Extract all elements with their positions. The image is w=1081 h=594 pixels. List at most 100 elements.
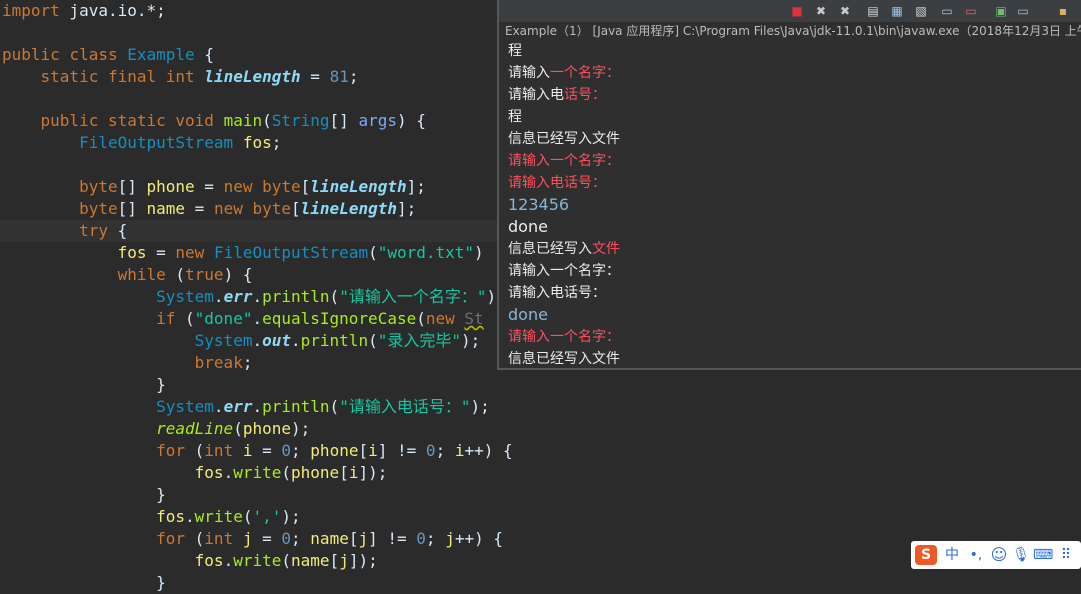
- show-on-stdout-icon[interactable]: ▭: [939, 3, 955, 19]
- emoji-icon[interactable]: ☺: [989, 545, 1009, 565]
- code-token: ];: [396, 199, 417, 218]
- sogou-logo-icon[interactable]: S: [915, 545, 937, 565]
- code-line[interactable]: fos.write(name[j]);: [2, 550, 378, 572]
- code-line[interactable]: static final int lineLength = 81;: [2, 66, 359, 88]
- terminate-icon[interactable]: ■: [789, 3, 805, 19]
- open-console-icon[interactable]: ▪: [1055, 3, 1071, 19]
- code-line[interactable]: for (int j = 0; name[j] != 0; j++) {: [2, 528, 503, 550]
- console-line: 请输入电话号：: [508, 84, 606, 106]
- punctuation-toggle[interactable]: •,: [965, 545, 987, 565]
- code-line[interactable]: System.err.println("请输入电话号：");: [2, 396, 490, 418]
- code-token: out: [262, 331, 291, 350]
- code-line[interactable]: public class Example {: [2, 44, 214, 66]
- code-token: =: [185, 199, 214, 218]
- code-token: =: [300, 67, 330, 86]
- console-toolbar: ■ ✖ ✖ ▤ ▦ ▧ ▭ ▭ ▣ ▭ ▪: [499, 0, 1081, 22]
- code-line[interactable]: FileOutputStream fos;: [2, 132, 281, 154]
- code-token: lineLength: [310, 177, 407, 196]
- code-token: j: [358, 529, 369, 548]
- code-token: equalsIgnoreCase: [262, 309, 417, 328]
- code-token: ];: [406, 177, 426, 196]
- code-token: ;: [271, 133, 282, 152]
- display-selected-console-icon[interactable]: ▭: [1015, 3, 1031, 19]
- code-token: 81: [329, 67, 349, 86]
- code-line[interactable]: fos = new FileOutputStream("word.txt"): [2, 242, 484, 264]
- code-line[interactable]: }: [2, 484, 166, 506]
- code-token: (: [185, 441, 205, 460]
- code-token: (: [233, 419, 243, 438]
- console-output[interactable]: 程请输入一个名字： 请输入电话号：程信息已经写入文件 请输入一个名字： 请输入电话号：…: [499, 40, 1081, 366]
- code-token: if: [156, 309, 176, 328]
- code-token: err: [223, 287, 253, 306]
- code-line[interactable]: fos.write(',');: [2, 506, 301, 528]
- code-token: "录入完毕": [377, 331, 461, 350]
- code-token: new: [223, 177, 253, 196]
- pin-console-icon[interactable]: ▣: [993, 3, 1009, 19]
- word-wrap-icon[interactable]: ▧: [913, 3, 929, 19]
- code-token: [: [329, 551, 340, 570]
- clear-console-icon[interactable]: ▤: [865, 3, 881, 19]
- code-line[interactable]: break;: [2, 352, 253, 374]
- code-line[interactable]: }: [2, 572, 166, 594]
- console-line: 请输入一个名字：: [508, 263, 620, 279]
- code-token: =: [146, 243, 176, 262]
- code-token: fos: [194, 551, 224, 570]
- code-token: int: [204, 529, 234, 548]
- code-token: [: [300, 177, 311, 196]
- code-line[interactable]: System.err.println("请输入一个名字："): [2, 286, 496, 308]
- code-line[interactable]: fos.write(phone[i]);: [2, 462, 388, 484]
- code-token: break: [194, 353, 243, 372]
- ime-mode-toggle[interactable]: 中: [943, 545, 961, 565]
- code-token: i: [368, 441, 378, 460]
- code-token: .: [291, 331, 301, 350]
- code-token: .: [185, 507, 195, 526]
- code-token: write: [233, 551, 282, 570]
- remove-all-terminated-icon[interactable]: ✖: [837, 3, 853, 19]
- code-line[interactable]: readLine(phone);: [2, 418, 310, 440]
- remove-launch-icon[interactable]: ✖: [813, 3, 829, 19]
- code-line[interactable]: byte[] name = new byte[lineLength];: [2, 198, 416, 220]
- code-line[interactable]: for (int i = 0; phone[i] != 0; i++) {: [2, 440, 513, 462]
- code-line[interactable]: byte[] phone = new byte[lineLength];: [2, 176, 426, 198]
- code-token: System: [156, 287, 214, 306]
- code-line[interactable]: try {: [2, 220, 127, 242]
- code-token: );: [291, 419, 311, 438]
- code-line[interactable]: public static void main(String[] args) {: [2, 110, 426, 132]
- code-token: readLine: [156, 419, 234, 438]
- code-token: println: [300, 331, 369, 350]
- code-token: name: [310, 529, 349, 548]
- code-token: void: [175, 111, 214, 130]
- code-token: String: [271, 111, 330, 130]
- scroll-lock-icon[interactable]: ▦: [889, 3, 905, 19]
- code-line[interactable]: while (true) {: [2, 264, 253, 286]
- code-token: ;: [435, 441, 455, 460]
- code-token: phone: [291, 463, 340, 482]
- keyboard-icon[interactable]: ⌨: [1033, 545, 1053, 565]
- console-view: ■ ✖ ✖ ▤ ▦ ▧ ▭ ▭ ▣ ▭ ▪ Example（1） [Java 应用程序] C:\Pr…: [497, 0, 1081, 370]
- code-token: ]);: [358, 463, 388, 482]
- more-icon[interactable]: ⠿: [1056, 545, 1076, 565]
- code-token: []: [329, 111, 359, 130]
- code-token: ;: [242, 353, 253, 372]
- code-token: for: [156, 529, 186, 548]
- console-line: 请输入电话号：: [508, 285, 606, 301]
- code-token: [: [291, 199, 301, 218]
- code-line[interactable]: System.out.println("录入完毕");: [2, 330, 481, 352]
- code-line[interactable]: import java.io.*;: [2, 0, 166, 22]
- microphone-icon[interactable]: 🎙: [1011, 545, 1031, 565]
- code-token: ] !=: [368, 529, 417, 548]
- console-line: 信息已经写入文件: [508, 131, 620, 147]
- code-line[interactable]: if ("done".equalsIgnoreCase(new St: [2, 308, 484, 330]
- show-on-stderr-icon[interactable]: ▭: [963, 3, 979, 19]
- console-line: 请输入一个名字：: [508, 153, 620, 169]
- code-line[interactable]: }: [2, 374, 166, 396]
- code-token: .: [252, 397, 263, 416]
- code-token: class: [69, 45, 118, 64]
